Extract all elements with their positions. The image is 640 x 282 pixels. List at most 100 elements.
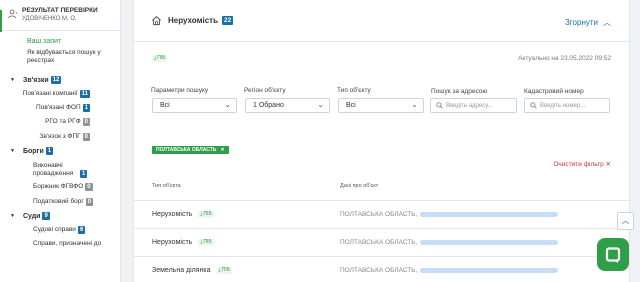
type-value: Всі [346, 102, 356, 109]
sidebar-item-court-cases[interactable]: Судові справи 6 [0, 223, 120, 237]
sidebar-item-label: Справи, призначені до [33, 240, 102, 247]
count-badge: 0 [82, 118, 90, 126]
report-title: РЕЗУЛЬТАТ ПЕРЕВІРКИ [22, 7, 98, 14]
sidebar-item-fpg[interactable]: Зв'язок з ФПГ 0 [0, 129, 120, 144]
sidebar-group-courts[interactable]: ▼ Суди 9 [0, 209, 120, 223]
caret-down-icon: ▼ [10, 213, 15, 219]
real-estate-card: Нерухомість 22 Згорнути ︿ ⤓ ПІБ Актуальн… [133, 0, 631, 282]
chevron-up-icon: ︿ [621, 216, 630, 225]
cadastre-placeholder: Введіть номер... [540, 103, 586, 109]
sidebar-item-label: Судові справи [33, 226, 76, 233]
table-row[interactable]: Нерухомість ⤓ ПІБ ПОЛТАВСЬКА ОБЛАСТЬ, [134, 228, 631, 256]
row-type-label: Нерухомість [152, 211, 193, 218]
count-badge: 1 [80, 169, 88, 178]
sidebar-group-label: Борги [22, 147, 44, 155]
count-badge: 6 [77, 226, 86, 234]
chat-button[interactable] [597, 238, 629, 271]
source-tag-label: ПІБ [203, 211, 212, 217]
sidebar-item-related-fop[interactable]: Пов'язані ФОП 1 [0, 101, 120, 115]
sidebar-item-related-companies[interactable]: Пов'язані компанії 11 [0, 87, 120, 101]
chevron-down-icon: ⌄ [224, 100, 231, 109]
count-badge: 1 [82, 104, 90, 112]
sidebar-item-label: Боржник ФГВФО [33, 183, 84, 190]
sidebar: РЕЗУЛЬТАТ ПЕРЕВІРКИ УДОВІЧЕНКО М. О. Ваш… [0, 0, 121, 282]
sidebar-item-label: Пов'язані компанії [22, 90, 78, 97]
count-badge: 0 [85, 197, 94, 206]
row-type: Нерухомість ⤓ ПІБ [152, 211, 214, 218]
sidebar-item-label: Пов'язані ФОП [36, 104, 81, 111]
params-value: Всі [160, 102, 170, 109]
count-badge: 0 [85, 183, 93, 191]
download-icon: ⤓ [154, 55, 157, 61]
cadastre-input[interactable]: Введіть номер... [524, 98, 610, 113]
sidebar-item-tax-debt[interactable]: Податковий борг 0 [0, 194, 120, 209]
sidebar-group-label: Зв'язки [22, 76, 49, 84]
type-select[interactable]: Всі ⌄ [338, 98, 424, 113]
sidebar-item-label: Виконавчі провадження [33, 162, 74, 177]
row-address: ПОЛТАВСЬКА ОБЛАСТЬ, [340, 211, 559, 218]
report-subject: УДОВІЧЕНКО М. О. [22, 16, 77, 22]
address-placeholder: Введіть адресу... [446, 103, 493, 109]
updated-date: Актуально на 23.05.2022 09:52 [518, 55, 611, 62]
params-select[interactable]: Всі ⌄ [152, 98, 237, 113]
region-select[interactable]: 1 Обрано ⌄ [245, 98, 330, 113]
params-label: Параметри пошуку [151, 87, 209, 94]
column-header-data: Дані про об'єкт [340, 183, 379, 189]
chevron-down-icon: ⌄ [411, 100, 418, 109]
row-type-label: Земельна ділянка [152, 267, 211, 274]
chat-icon [605, 246, 621, 263]
collapse-button[interactable]: Згорнути ︿ [565, 17, 611, 28]
sidebar-item-rgo-rgf[interactable]: РГО та РГФ 0 [0, 115, 120, 129]
type-label: Тип об'єкту [337, 87, 371, 94]
caret-down-icon: ▼ [10, 77, 15, 83]
row-address: ПОЛТАВСЬКА ОБЛАСТЬ, [340, 267, 559, 274]
scroll-to-top-button[interactable]: ︿ [617, 212, 634, 230]
row-address-label: ПОЛТАВСЬКА ОБЛАСТЬ, [340, 239, 418, 246]
download-icon: ⤓ [200, 239, 203, 245]
count-badge: 11 [79, 90, 90, 98]
active-filter-chip[interactable]: ПОЛТАВСЬКА ОБЛАСТЬ ✕ [152, 146, 229, 154]
cadastre-label: Кадастровий номер [524, 88, 584, 95]
collapse-label: Згорнути [564, 18, 598, 27]
redacted-text [420, 268, 559, 273]
table-row[interactable]: Нерухомість ⤓ ПІБ ПОЛТАВСЬКА ОБЛАСТЬ, [134, 200, 631, 228]
sidebar-group-links[interactable]: ▼ Зв'язки 12 [0, 73, 120, 87]
download-icon: ⤓ [200, 211, 203, 217]
row-type-label: Нерухомість [152, 239, 193, 246]
count-badge: 0 [82, 132, 90, 141]
address-input[interactable]: Введіть адресу... [430, 98, 517, 113]
sidebar-active-indicator [0, 10, 2, 32]
sidebar-item-label: РГО та РГФ [45, 118, 81, 125]
source-tag: ⤓ ПІБ [198, 211, 214, 218]
search-icon [436, 102, 443, 109]
row-type: Земельна ділянка ⤓ ПІБ [152, 267, 233, 274]
close-icon[interactable]: ✕ [220, 147, 224, 153]
active-filter-label: ПОЛТАВСЬКА ОБЛАСТЬ [156, 147, 217, 153]
section-title: Нерухомість [168, 16, 219, 25]
sidebar-group-debts[interactable]: ▼ Борги 1 [0, 144, 120, 158]
sidebar-item-enforcement[interactable]: Виконавчі провадження 1 [0, 158, 120, 180]
row-type: Нерухомість ⤓ ПІБ [152, 239, 214, 246]
region-value: 1 Обрано [253, 102, 284, 109]
table-row[interactable]: Земельна ділянка ⤓ ПІБ ПОЛТАВСЬКА ОБЛАСТЬ… [134, 256, 631, 282]
clear-filter-button[interactable]: Очистити фільтр ✕ [553, 160, 611, 168]
row-address-label: ПОЛТАВСЬКА ОБЛАСТЬ, [340, 211, 418, 218]
sidebar-item-scheduled-cases[interactable]: Справи, призначені до [0, 237, 120, 251]
chevron-up-icon: ︿ [603, 18, 611, 27]
sidebar-item-fgvfo[interactable]: Боржник ФГВФО 0 [0, 180, 120, 194]
sidebar-item-how-search[interactable]: Як відбувається пошук у реєстрах [0, 49, 120, 73]
close-icon: ✕ [605, 161, 611, 168]
chevron-down-icon: ⌄ [317, 100, 324, 109]
sidebar-link-request[interactable]: Ваш запит [0, 31, 120, 49]
sidebar-item-label: Зв'язок з ФПГ [39, 132, 81, 140]
source-tag-label: ПІБ [221, 267, 231, 273]
home-icon [152, 16, 161, 26]
person-icon [8, 9, 18, 19]
source-tag: ⤓ ПІБ [216, 267, 233, 274]
row-address: ПОЛТАВСЬКА ОБЛАСТЬ, [340, 239, 559, 246]
redacted-text [420, 212, 559, 217]
source-tag-label: ПІБ [203, 239, 212, 245]
card-header: Нерухомість 22 Згорнути ︿ [134, 0, 629, 42]
source-tag: ⤓ ПІБ [152, 55, 168, 62]
row-address-label: ПОЛТАВСЬКА ОБЛАСТЬ, [340, 267, 418, 274]
